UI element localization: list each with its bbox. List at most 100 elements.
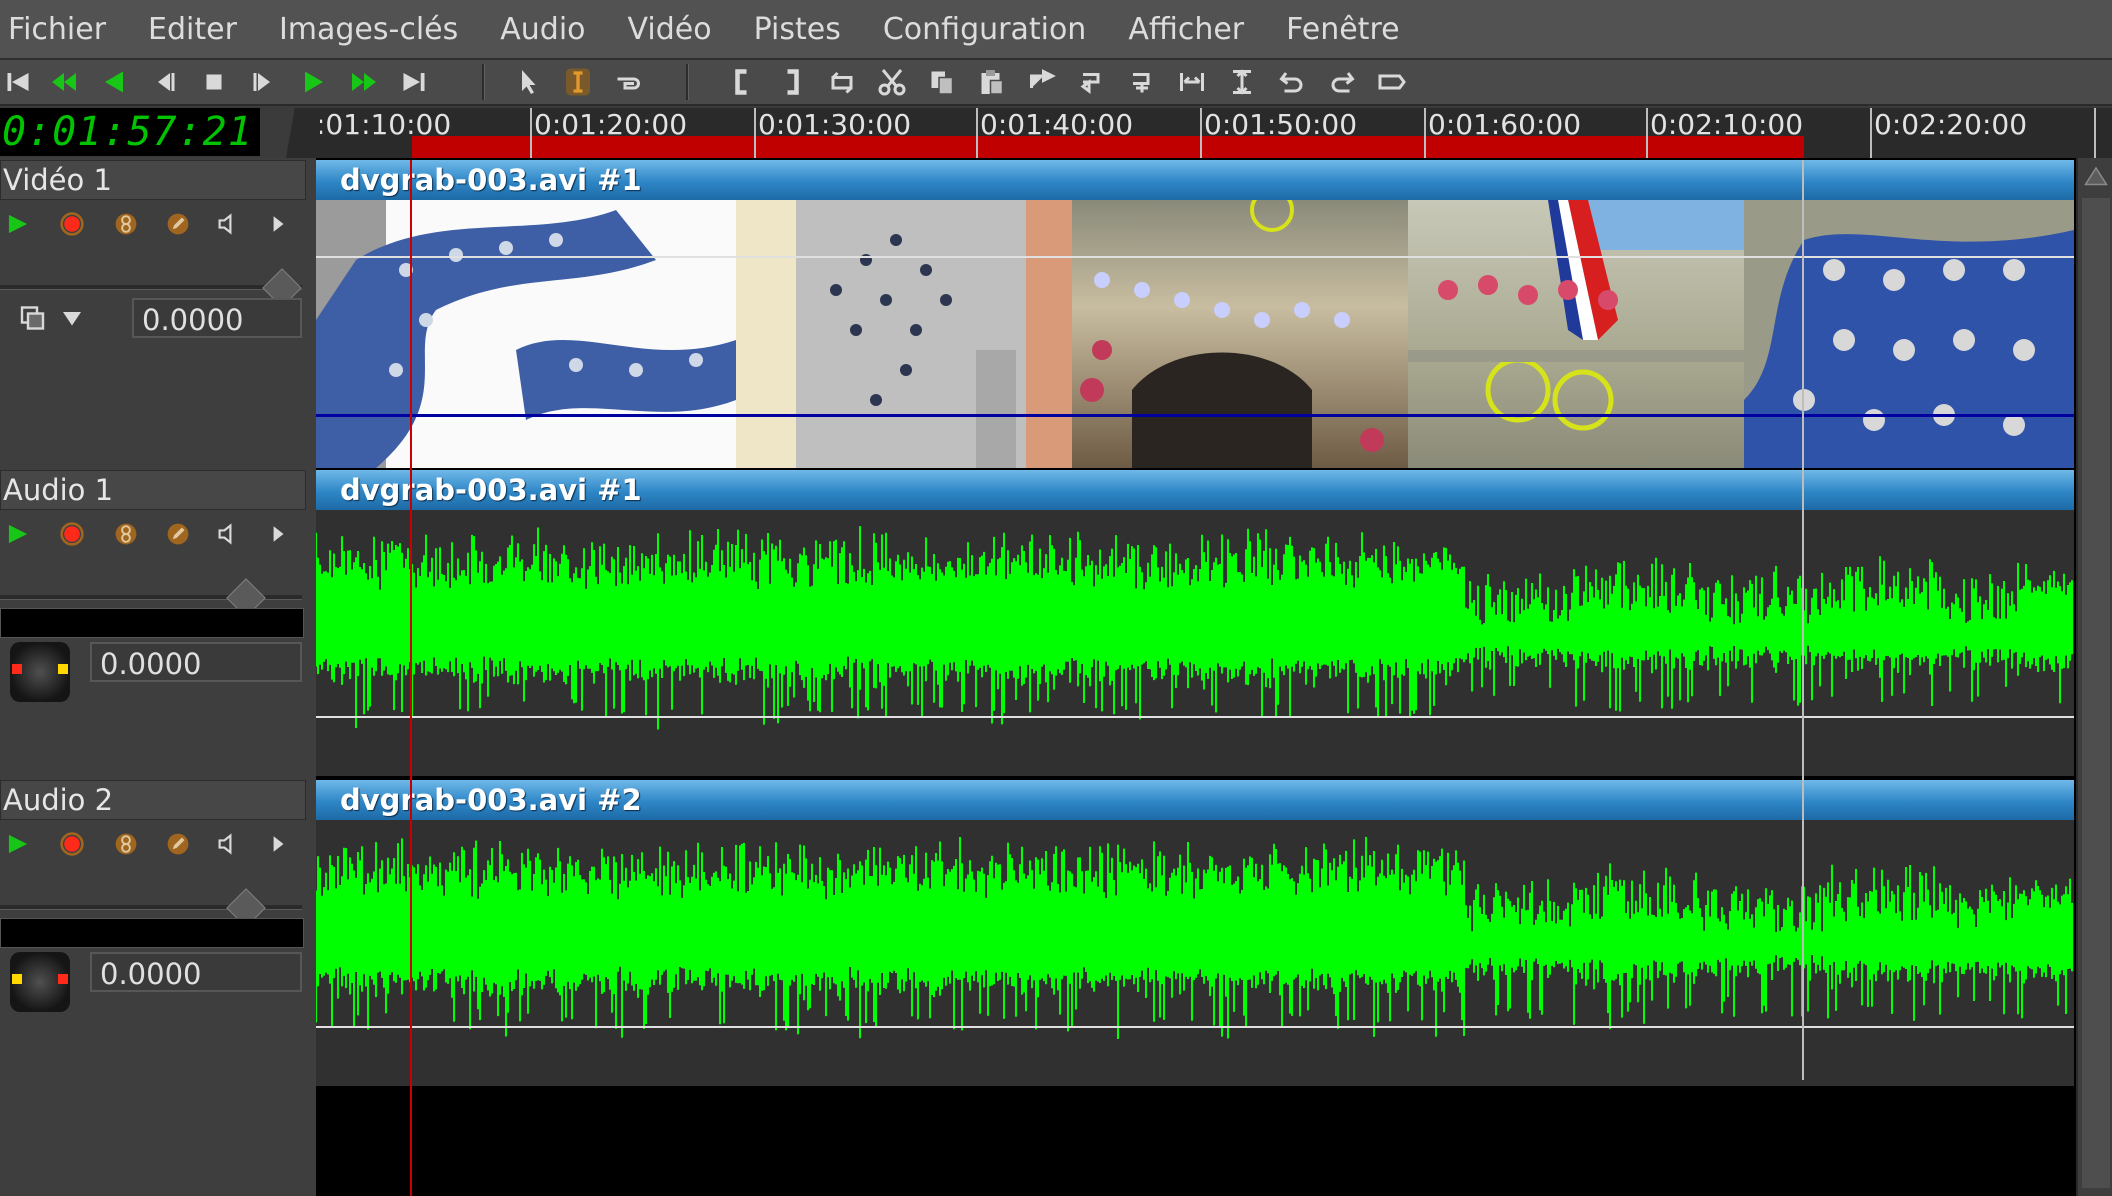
hand-tool-icon[interactable]: [610, 64, 646, 100]
record-track-icon[interactable]: [56, 208, 88, 240]
scissors-icon[interactable]: [874, 64, 910, 100]
toggle-label-icon[interactable]: [1374, 64, 1410, 100]
gang-icon[interactable]: [110, 208, 142, 240]
overlay-mode-icon[interactable]: [16, 300, 52, 336]
rewind-to-start-icon[interactable]: [0, 64, 36, 100]
menu-bar: Fichier Editer Images-clés Audio Vidéo P…: [0, 0, 2112, 60]
clip-name: dvgrab-003.avi #2: [340, 783, 642, 817]
scrollbar-thumb[interactable]: [2082, 198, 2110, 1188]
fast-rewind-icon[interactable]: [46, 64, 82, 100]
frame-back-icon[interactable]: [146, 64, 182, 100]
vertical-scrollbar[interactable]: [2076, 158, 2112, 1196]
audio-waveform-area[interactable]: [316, 820, 2074, 1086]
timeline-canvas[interactable]: dvgrab-003.avi #1 dvgrab-003.avi #1 dvgr…: [316, 158, 2076, 1196]
expand-arrow-icon[interactable]: [262, 828, 294, 860]
lane-audio-2[interactable]: dvgrab-003.avi #2: [316, 780, 2076, 1090]
extract-icon[interactable]: [1174, 64, 1210, 100]
pan-speaker-marker: [12, 664, 22, 674]
video-thumbnail: [316, 200, 736, 468]
track-value-audio-2[interactable]: 0.0000: [90, 952, 302, 992]
edit-cursor[interactable]: [1802, 160, 1804, 1080]
track-value-audio-1[interactable]: 0.0000: [90, 642, 302, 682]
menu-video[interactable]: Vidéo: [628, 12, 712, 47]
video-thumbnail: [1744, 200, 2074, 468]
playhead-cursor[interactable]: [410, 160, 412, 1196]
lift-icon[interactable]: [1124, 64, 1160, 100]
ruler-tick: [2094, 108, 2096, 158]
track-value-video-1[interactable]: 0.0000: [132, 298, 302, 338]
gang-icon[interactable]: [110, 518, 142, 550]
menu-fenetre[interactable]: Fenêtre: [1286, 12, 1399, 47]
clip-title-bar[interactable]: dvgrab-003.avi #1: [316, 470, 2074, 512]
clip-title-bar[interactable]: dvgrab-003.avi #1: [316, 160, 2074, 202]
lane-video-1[interactable]: dvgrab-003.avi #1: [316, 160, 2076, 470]
mute-speaker-icon[interactable]: [212, 208, 244, 240]
pan-position-marker[interactable]: [58, 664, 68, 674]
gang-icon[interactable]: [110, 828, 142, 860]
play-icon[interactable]: [296, 64, 332, 100]
menu-configuration[interactable]: Configuration: [883, 12, 1086, 47]
redo-icon[interactable]: [1324, 64, 1360, 100]
menu-pistes[interactable]: Pistes: [754, 12, 841, 47]
keyframe-line[interactable]: [316, 256, 2074, 258]
mute-speaker-icon[interactable]: [212, 518, 244, 550]
chevron-down-icon[interactable]: [54, 300, 90, 336]
ibeam-select-icon[interactable]: [560, 64, 596, 100]
expand-arrow-icon[interactable]: [262, 518, 294, 550]
jump-to-end-icon[interactable]: [396, 64, 432, 100]
audio-waveform-area[interactable]: [316, 510, 2074, 776]
track-name-video-1[interactable]: Vidéo 1: [0, 160, 306, 200]
fade-line[interactable]: [316, 1026, 2074, 1028]
out-point-icon[interactable]: [774, 64, 810, 100]
fade-line[interactable]: [316, 414, 2074, 417]
copy-icon[interactable]: [924, 64, 960, 100]
expand-arrow-icon[interactable]: [262, 208, 294, 240]
ruler-label: 0:02:20:00: [1874, 108, 2028, 141]
play-reverse-icon[interactable]: [96, 64, 132, 100]
menu-editer[interactable]: Editer: [148, 12, 237, 47]
video-thumbnail-strip[interactable]: [316, 200, 2074, 468]
scroll-up-arrow-icon[interactable]: [2081, 162, 2111, 192]
ruler-corner: [260, 108, 320, 158]
clip-title-bar[interactable]: dvgrab-003.avi #2: [316, 780, 2074, 822]
record-track-icon[interactable]: [56, 828, 88, 860]
menu-afficher[interactable]: Afficher: [1128, 12, 1244, 47]
fast-forward-icon[interactable]: [346, 64, 382, 100]
meter-bar-audio-1: [0, 608, 304, 638]
in-point-icon[interactable]: [724, 64, 760, 100]
draw-icon[interactable]: [162, 828, 194, 860]
pan-control-audio-1[interactable]: [10, 642, 70, 702]
play-track-icon[interactable]: [2, 828, 34, 860]
play-track-icon[interactable]: [2, 208, 34, 240]
menu-fichier[interactable]: Fichier: [8, 12, 106, 47]
stop-icon[interactable]: [196, 64, 232, 100]
frame-forward-icon[interactable]: [246, 64, 282, 100]
undo-icon[interactable]: [1274, 64, 1310, 100]
mute-speaker-icon[interactable]: [212, 828, 244, 860]
pan-position-marker[interactable]: [12, 974, 22, 984]
ruler-label: 0:01:50:00: [1204, 108, 1358, 141]
fit-icon[interactable]: [1224, 64, 1260, 100]
menu-images-cles[interactable]: Images-clés: [279, 12, 458, 47]
meter-bar-audio-2: [0, 918, 304, 948]
track-header-panel: Vidéo 1 0.0000 Audio 1 0.0000 Audio 2 0.…: [0, 158, 316, 1196]
fade-line[interactable]: [316, 716, 2074, 718]
time-ruler[interactable]: :01:10:00 0:01:20:00 0:01:30:00 0:01:40:…: [300, 108, 2112, 158]
track-name-audio-2[interactable]: Audio 2: [0, 780, 306, 820]
record-track-icon[interactable]: [56, 518, 88, 550]
overwrite-icon[interactable]: [1074, 64, 1110, 100]
splice-icon[interactable]: [1024, 64, 1060, 100]
lane-audio-1[interactable]: dvgrab-003.avi #1: [316, 470, 2076, 780]
ruler-tick: [1870, 108, 1872, 158]
arrow-select-icon[interactable]: [510, 64, 546, 100]
draw-icon[interactable]: [162, 208, 194, 240]
ruler-label: 0:01:40:00: [980, 108, 1134, 141]
paste-icon[interactable]: [974, 64, 1010, 100]
play-track-icon[interactable]: [2, 518, 34, 550]
track-name-audio-1[interactable]: Audio 1: [0, 470, 306, 510]
menu-audio[interactable]: Audio: [500, 12, 585, 47]
loop-icon[interactable]: [824, 64, 860, 100]
audio-waveform: [316, 836, 2073, 1039]
pan-control-audio-2[interactable]: [10, 952, 70, 1012]
draw-icon[interactable]: [162, 518, 194, 550]
